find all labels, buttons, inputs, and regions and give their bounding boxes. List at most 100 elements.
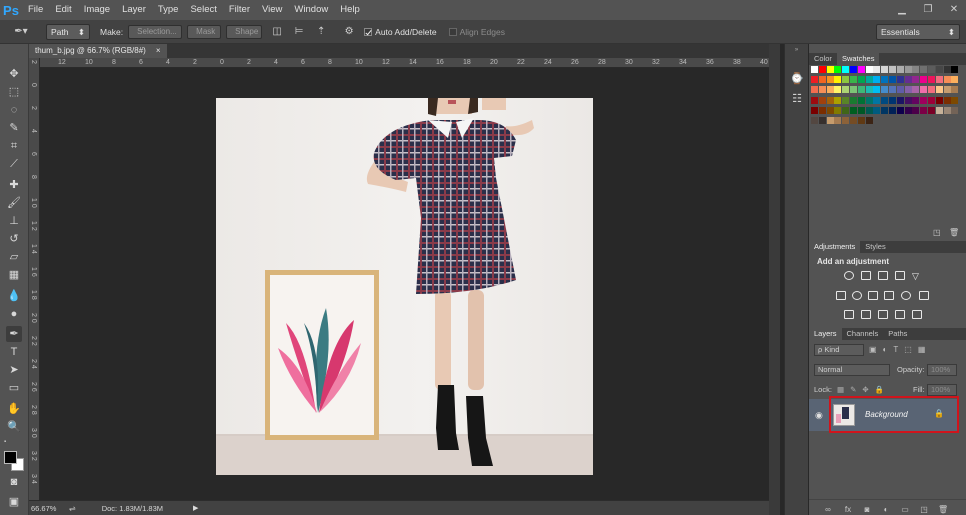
posterize-icon[interactable]: [861, 310, 871, 319]
swatch[interactable]: [811, 106, 818, 114]
swatch[interactable]: [920, 96, 928, 104]
opacity-input[interactable]: 100%: [927, 364, 957, 376]
levels-icon[interactable]: [861, 271, 871, 280]
quick-mask-icon[interactable]: ◙: [6, 474, 22, 490]
trash-icon[interactable]: 🗑: [949, 228, 959, 238]
quick-selection-tool-icon[interactable]: ✎: [6, 120, 22, 136]
exposure-icon[interactable]: [895, 271, 905, 280]
make-selection-button[interactable]: Selection...: [128, 24, 183, 39]
swatch[interactable]: [857, 76, 865, 84]
path-alignment-icon[interactable]: ⊨: [292, 25, 306, 39]
marquee-tool-icon[interactable]: ⬚: [6, 84, 22, 100]
swatch[interactable]: [826, 96, 834, 104]
invert-icon[interactable]: [844, 310, 854, 319]
swatch[interactable]: [850, 117, 857, 124]
swatch[interactable]: [943, 66, 951, 73]
swatch[interactable]: [826, 86, 834, 94]
black-white-icon[interactable]: [868, 291, 878, 300]
swatch[interactable]: [850, 106, 857, 114]
swatch[interactable]: [943, 106, 951, 114]
lasso-tool-icon[interactable]: ◌: [6, 102, 22, 118]
swatch[interactable]: [889, 106, 896, 114]
swatch[interactable]: [834, 76, 842, 84]
history-brush-tool-icon[interactable]: ↺: [6, 231, 22, 247]
swatch[interactable]: [818, 66, 826, 73]
make-mask-button[interactable]: Mask: [187, 24, 222, 39]
swatch[interactable]: [928, 106, 935, 114]
swatch[interactable]: [842, 76, 850, 84]
swatch[interactable]: [834, 117, 842, 124]
swatch[interactable]: [850, 96, 857, 104]
swatch[interactable]: [850, 66, 857, 73]
vertical-scrollbar[interactable]: [769, 44, 780, 515]
swatch[interactable]: [811, 96, 818, 104]
swatch[interactable]: [873, 66, 881, 73]
new-group-icon[interactable]: ▭: [900, 505, 910, 514]
swatch[interactable]: [896, 106, 904, 114]
lock-option-icons[interactable]: ▦✎✥🔒: [837, 385, 890, 394]
vibrance-icon[interactable]: ▽: [912, 271, 922, 281]
pen-tool-icon[interactable]: ✒: [6, 326, 22, 342]
zoom-level[interactable]: 66.67%: [31, 504, 63, 513]
clone-stamp-tool-icon[interactable]: ⊥: [6, 213, 22, 229]
swatch[interactable]: [889, 96, 896, 104]
minimize-icon[interactable]: ▁: [894, 4, 910, 16]
workspace-select[interactable]: Essentials ⬍: [876, 24, 960, 40]
layer-filter-kind-select[interactable]: ρ Kind: [814, 344, 864, 356]
swatches-grid[interactable]: [811, 66, 961, 136]
swatch[interactable]: [826, 76, 834, 84]
swatch[interactable]: [818, 106, 826, 114]
gradient-tool-icon[interactable]: ▦: [6, 267, 22, 283]
swatch[interactable]: [881, 106, 889, 114]
eyedropper-tool-icon[interactable]: ⟋: [6, 156, 22, 172]
gear-icon[interactable]: ⚙: [342, 25, 356, 39]
menu-image[interactable]: Image: [78, 0, 116, 20]
tab-adjustments[interactable]: Adjustments: [809, 241, 861, 253]
swatch[interactable]: [928, 86, 935, 94]
menu-select[interactable]: Select: [184, 0, 222, 20]
menu-layer[interactable]: Layer: [116, 0, 152, 20]
restore-icon[interactable]: ❐: [920, 4, 936, 16]
swatch[interactable]: [826, 117, 834, 124]
swatch[interactable]: [842, 86, 850, 94]
swatch[interactable]: [834, 86, 842, 94]
swatch[interactable]: [834, 66, 842, 73]
swatch[interactable]: [873, 106, 881, 114]
photo-filter-icon[interactable]: [884, 291, 894, 300]
swatch[interactable]: [873, 76, 881, 84]
hue-saturation-icon[interactable]: [836, 291, 846, 300]
menu-filter[interactable]: Filter: [223, 0, 256, 20]
curves-icon[interactable]: [878, 271, 888, 280]
swatch[interactable]: [951, 96, 959, 104]
path-arrangement-icon[interactable]: ⇡: [314, 25, 328, 39]
swatch[interactable]: [912, 106, 920, 114]
swatch[interactable]: [811, 86, 818, 94]
new-layer-icon[interactable]: ◳: [919, 505, 929, 514]
swatch[interactable]: [865, 66, 873, 73]
screen-mode-icon[interactable]: ▣: [6, 494, 22, 510]
threshold-icon[interactable]: [878, 310, 888, 319]
status-menu-arrow-icon[interactable]: ▶: [193, 504, 198, 512]
swatch[interactable]: [951, 66, 959, 73]
fill-input[interactable]: 100%: [927, 384, 957, 396]
canvas-area[interactable]: [40, 68, 769, 500]
dock-grip-icon[interactable]: »: [785, 47, 808, 53]
swatch[interactable]: [842, 96, 850, 104]
swatch[interactable]: [889, 66, 896, 73]
swatch[interactable]: [943, 86, 951, 94]
blend-mode-select[interactable]: Normal: [814, 364, 890, 376]
swatch[interactable]: [873, 96, 881, 104]
tab-paths[interactable]: Paths: [883, 328, 912, 340]
swatch[interactable]: [881, 66, 889, 73]
swatch[interactable]: [951, 86, 959, 94]
swatch[interactable]: [850, 76, 857, 84]
crop-tool-icon[interactable]: ⌗: [6, 138, 22, 154]
shape-tool-icon[interactable]: ▭: [6, 380, 22, 396]
delete-layer-icon[interactable]: 🗑: [938, 505, 948, 514]
swatch[interactable]: [818, 76, 826, 84]
swatch[interactable]: [912, 86, 920, 94]
tab-swatches[interactable]: Swatches: [836, 53, 880, 65]
swatch[interactable]: [842, 66, 850, 73]
swatch[interactable]: [857, 117, 865, 124]
dodge-tool-icon[interactable]: ●: [6, 306, 22, 322]
